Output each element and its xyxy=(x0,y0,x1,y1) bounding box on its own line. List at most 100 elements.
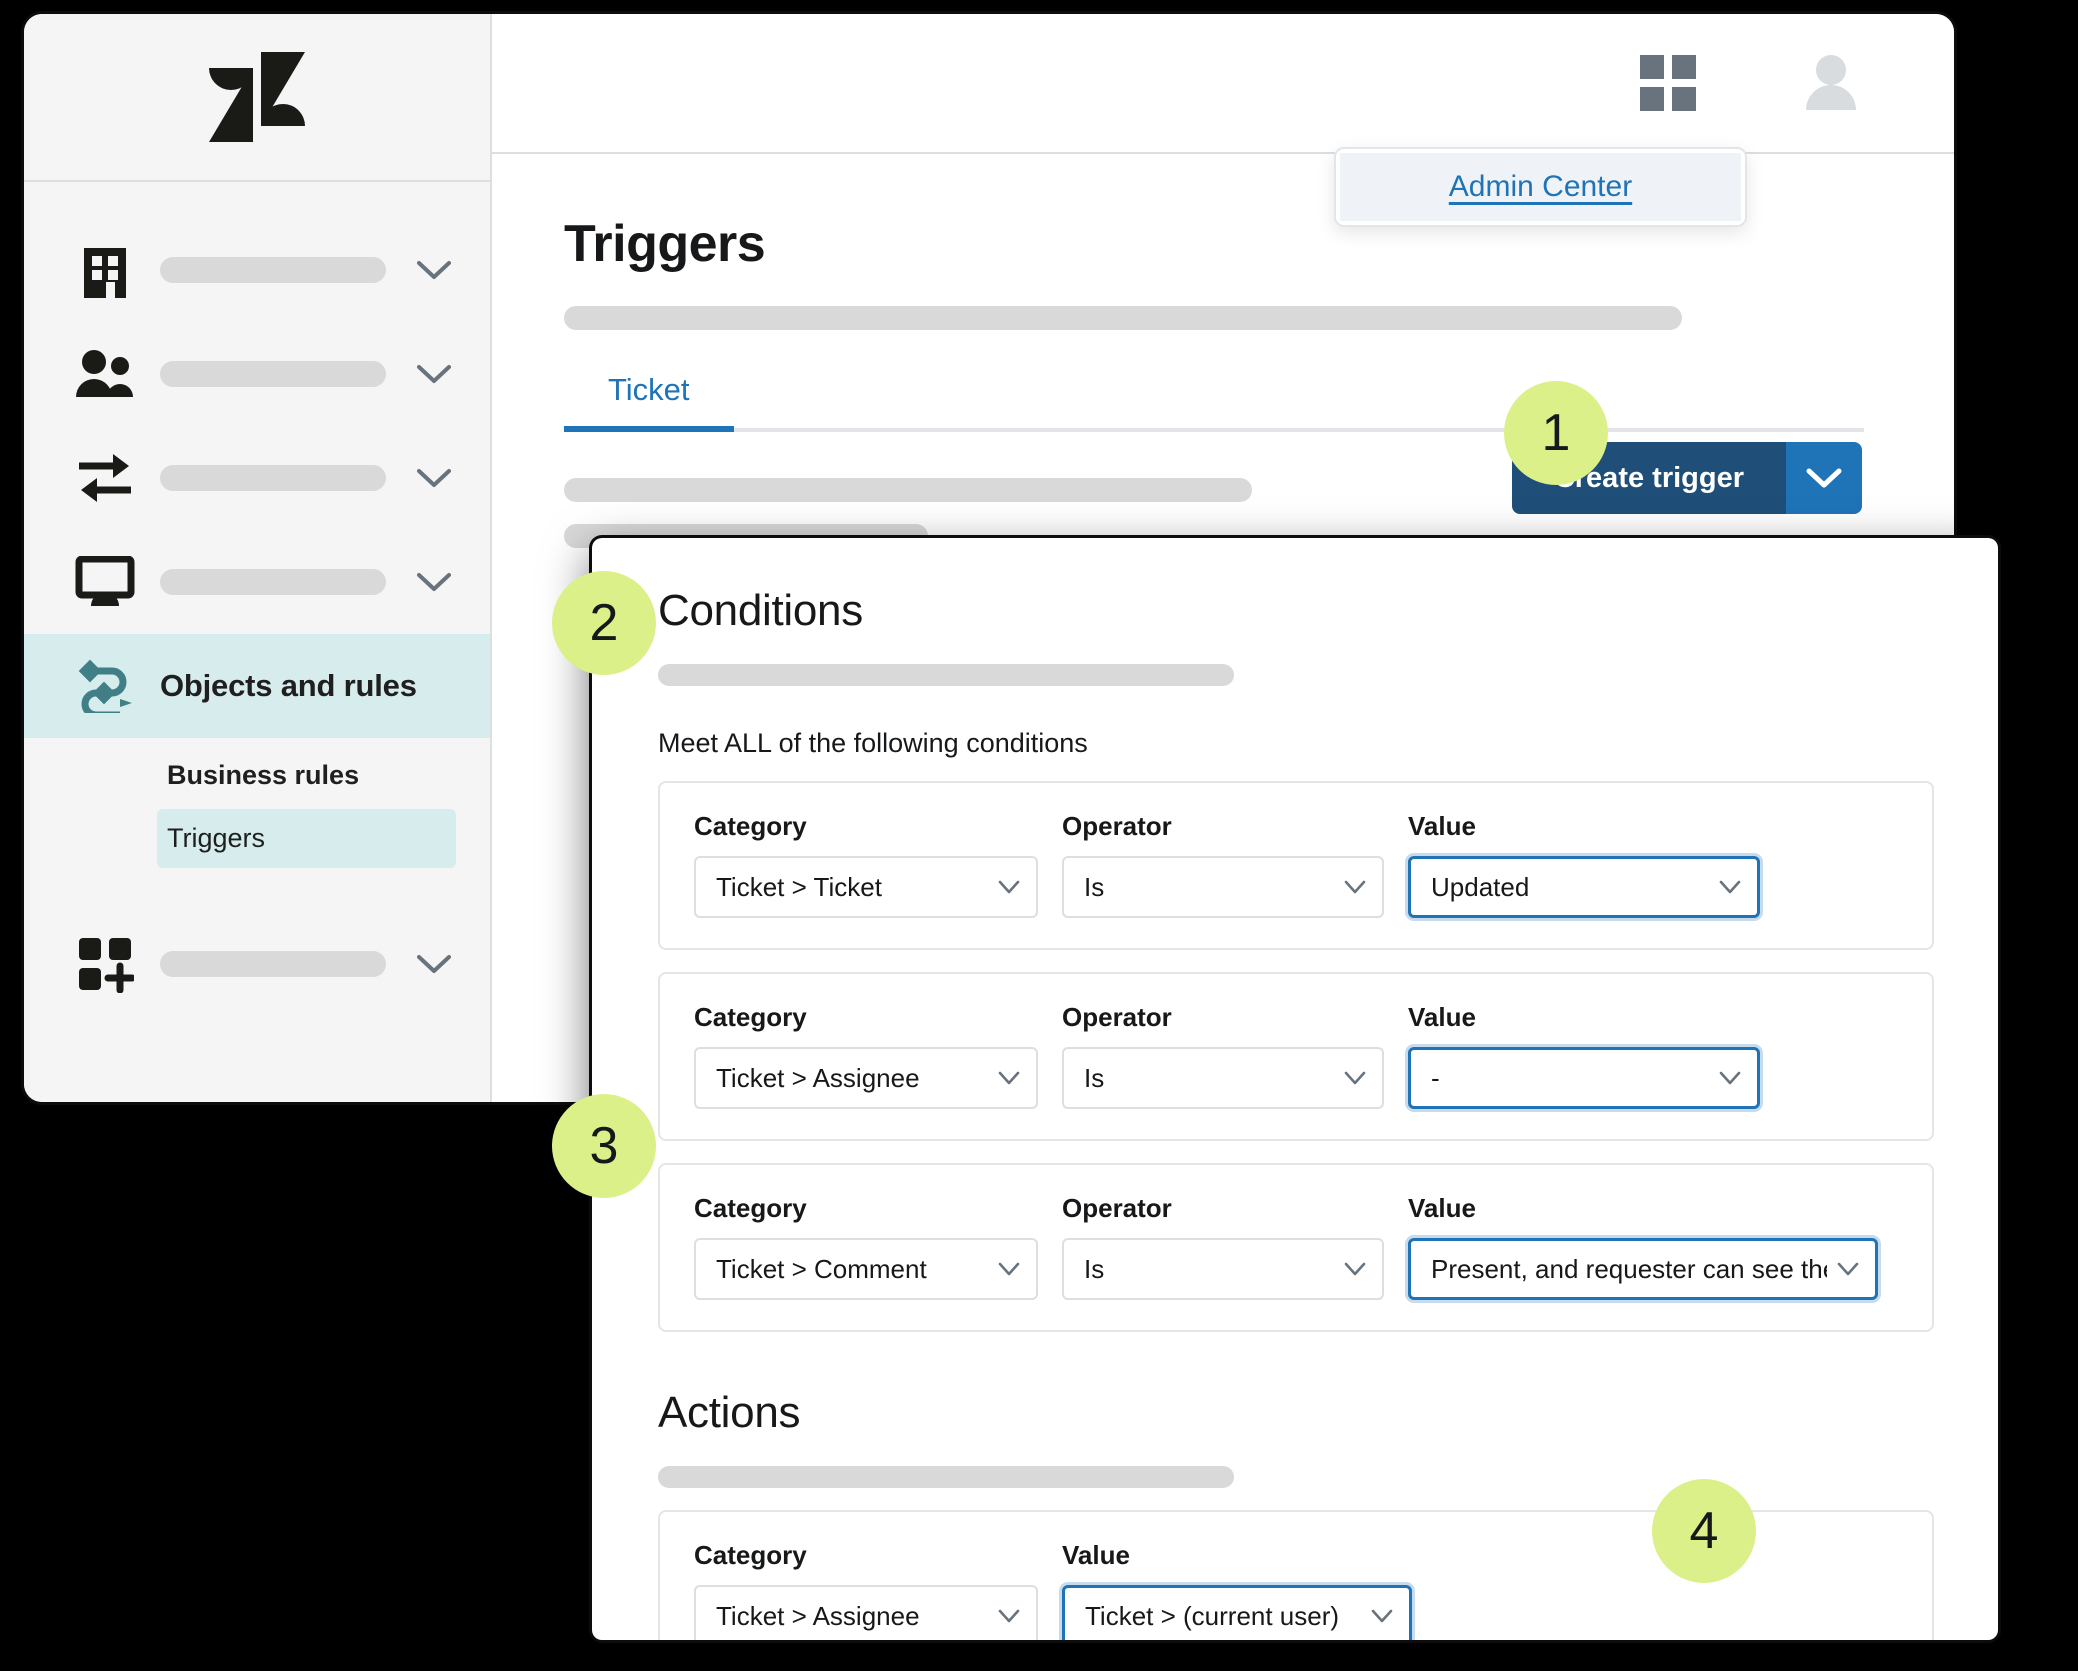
field-label-operator: Operator xyxy=(1062,1002,1172,1032)
select-value: Ticket > (current user) xyxy=(1085,1600,1340,1631)
condition-value-select[interactable]: Present, and requester can see the comme… xyxy=(1408,1238,1878,1300)
condition-value-field: Value - xyxy=(1408,1002,1760,1109)
select-value: Updated xyxy=(1431,871,1530,902)
building-icon xyxy=(72,242,138,298)
condition-operator-select[interactable]: Is xyxy=(1062,1047,1384,1109)
condition-operator-field: Operator Is xyxy=(1062,1193,1384,1300)
user-avatar-icon[interactable] xyxy=(1800,54,1862,112)
conditions-description-placeholder xyxy=(658,664,1234,686)
field-label-category: Category xyxy=(694,1193,807,1223)
chevron-down-icon xyxy=(1719,880,1741,894)
page-description-placeholder xyxy=(564,306,1682,330)
tab-ticket[interactable]: Ticket xyxy=(564,372,734,432)
sidebar-item-objects-and-rules[interactable]: Objects and rules xyxy=(24,634,490,738)
sidebar: Objects and rules Business rules Trigger… xyxy=(24,14,492,1102)
step-badge-1: 1 xyxy=(1504,381,1608,485)
chevron-down-icon xyxy=(1344,1071,1366,1085)
conditions-meet-all-text: Meet ALL of the following conditions xyxy=(658,728,1088,758)
chevron-down-icon[interactable] xyxy=(412,364,456,384)
chevron-down-icon xyxy=(1837,1262,1859,1276)
chevron-down-icon xyxy=(1806,467,1842,489)
condition-operator-field: Operator Is xyxy=(1062,1002,1384,1109)
chevron-down-icon xyxy=(1344,880,1366,894)
sidebar-subnav: Business rules Triggers xyxy=(24,738,490,868)
grid-apps-icon[interactable] xyxy=(1640,55,1696,111)
trigger-editor-body: Conditions Meet ALL of the following con… xyxy=(592,538,1998,1640)
sidebar-item-label: Objects and rules xyxy=(160,668,417,703)
admin-center-link[interactable]: Admin Center xyxy=(1449,170,1632,204)
create-trigger-dropdown-button[interactable] xyxy=(1786,442,1862,514)
tab-bar: Ticket xyxy=(564,372,1864,432)
action-value-select[interactable]: Ticket > (current user) xyxy=(1062,1585,1412,1640)
select-value: Is xyxy=(1084,1062,1105,1093)
apps-add-icon xyxy=(72,935,138,993)
condition-category-select[interactable]: Ticket > Comment xyxy=(694,1238,1038,1300)
sidebar-subnav-heading: Business rules xyxy=(167,760,360,790)
field-label-operator: Operator xyxy=(1062,811,1172,841)
sidebar-item-label-placeholder xyxy=(160,951,386,977)
sidebar-item-people[interactable] xyxy=(24,322,490,426)
sidebar-item-workspaces[interactable] xyxy=(24,530,490,634)
field-label-category: Category xyxy=(694,1540,807,1570)
sidebar-item-label-placeholder xyxy=(160,257,386,283)
conditions-title: Conditions xyxy=(658,586,863,635)
tab-label: Ticket xyxy=(608,372,690,407)
sidebar-item-account[interactable] xyxy=(24,218,490,322)
condition-category-field: Category Ticket > Comment xyxy=(694,1193,1038,1300)
sidebar-item-apps[interactable] xyxy=(24,912,490,1016)
step-badge-4: 4 xyxy=(1652,1479,1756,1583)
chevron-down-icon xyxy=(998,1262,1020,1276)
condition-operator-select[interactable]: Is xyxy=(1062,1238,1384,1300)
screenshot-stage: Objects and rules Business rules Trigger… xyxy=(0,0,2078,1671)
condition-category-select[interactable]: Ticket > Ticket xyxy=(694,856,1038,918)
field-label-category: Category xyxy=(694,1002,807,1032)
condition-row: Category Ticket > Assignee Operator Is V… xyxy=(658,972,1934,1141)
monitor-icon xyxy=(72,556,138,608)
select-value: Ticket > Comment xyxy=(716,1253,927,1284)
condition-category-select[interactable]: Ticket > Assignee xyxy=(694,1047,1038,1109)
arrows-exchange-icon xyxy=(72,451,138,505)
tab-active-underline xyxy=(564,426,734,432)
top-bar xyxy=(492,14,1954,154)
condition-category-field: Category Ticket > Assignee xyxy=(694,1002,1038,1109)
chevron-down-icon xyxy=(1719,1071,1741,1085)
objects-rules-icon xyxy=(72,659,138,713)
trigger-editor-window: Conditions Meet ALL of the following con… xyxy=(592,538,1998,1640)
sidebar-item-channels[interactable] xyxy=(24,426,490,530)
condition-row: Category Ticket > Ticket Operator Is Val… xyxy=(658,781,1934,950)
grid-cell xyxy=(1640,87,1664,111)
sidebar-logo-area xyxy=(24,14,490,182)
chevron-down-icon xyxy=(1344,1262,1366,1276)
select-value: Present, and requester can see the comme… xyxy=(1431,1253,1827,1284)
condition-value-select[interactable]: - xyxy=(1408,1047,1760,1109)
sidebar-subitem-triggers[interactable]: Triggers xyxy=(157,809,456,868)
grid-cell xyxy=(1640,55,1664,79)
select-value: Is xyxy=(1084,1253,1105,1284)
select-value: Ticket > Assignee xyxy=(716,1600,920,1631)
chevron-down-icon[interactable] xyxy=(412,572,456,592)
chevron-down-icon xyxy=(998,1609,1020,1623)
chevron-down-icon xyxy=(998,1071,1020,1085)
actions-description-placeholder xyxy=(658,1466,1234,1488)
condition-value-field: Value Updated xyxy=(1408,811,1760,918)
condition-operator-select[interactable]: Is xyxy=(1062,856,1384,918)
select-value: Ticket > Ticket xyxy=(716,871,882,902)
sidebar-item-label-placeholder xyxy=(160,361,386,387)
chevron-down-icon[interactable] xyxy=(412,954,456,974)
condition-operator-field: Operator Is xyxy=(1062,811,1384,918)
chevron-down-icon[interactable] xyxy=(412,260,456,280)
action-value-field: Value Ticket > (current user) xyxy=(1062,1540,1412,1640)
people-icon xyxy=(72,349,138,399)
field-label-operator: Operator xyxy=(1062,1193,1172,1223)
chevron-down-icon[interactable] xyxy=(412,468,456,488)
admin-center-popover: Admin Center xyxy=(1334,147,1747,227)
select-value: Is xyxy=(1084,871,1105,902)
chevron-down-icon xyxy=(1371,1609,1393,1623)
action-category-select[interactable]: Ticket > Assignee xyxy=(694,1585,1038,1640)
step-badge-3: 3 xyxy=(552,1094,656,1198)
list-placeholder-line-1 xyxy=(564,478,1252,502)
admin-center-popover-inner: Admin Center xyxy=(1340,153,1741,221)
zendesk-logo xyxy=(209,52,305,142)
condition-value-select[interactable]: Updated xyxy=(1408,856,1760,918)
step-badge-2: 2 xyxy=(552,571,656,675)
